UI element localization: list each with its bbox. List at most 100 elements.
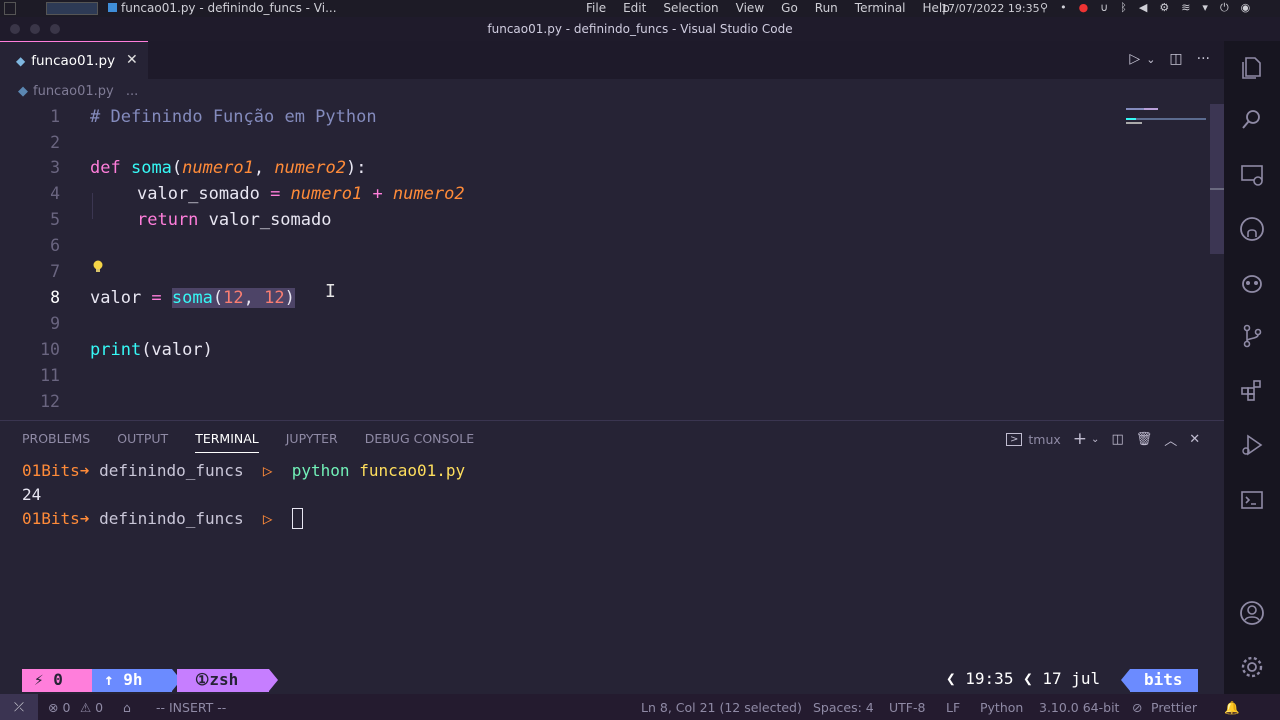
- warnings-indicator[interactable]: ⚠ 0: [80, 700, 103, 715]
- maximize-panel-icon[interactable]: ︿: [1164, 430, 1177, 449]
- tab-problems[interactable]: PROBLEMS: [22, 431, 90, 453]
- menu-view[interactable]: View: [736, 1, 764, 15]
- taskbar-window-title: funcao01.py - definindo_funcs - Vi...: [121, 1, 337, 15]
- github-icon[interactable]: [1238, 215, 1266, 243]
- terminal-name[interactable]: tmux: [1028, 432, 1060, 447]
- run-debug-icon[interactable]: [1238, 431, 1266, 459]
- terminal-view-icon[interactable]: [1238, 486, 1266, 514]
- extensions-icon[interactable]: [1238, 376, 1266, 404]
- code-line-3[interactable]: 3 def soma(numero1, numero2):: [0, 158, 1120, 184]
- volume-icon[interactable]: ◀: [1139, 1, 1147, 15]
- alien-extension-icon[interactable]: [1238, 269, 1266, 297]
- tab-debug-console[interactable]: DEBUG CONSOLE: [365, 431, 474, 453]
- line-number: 4: [50, 184, 60, 203]
- code-line-1[interactable]: 1 # Definindo Função em Python: [0, 107, 1120, 133]
- source-control-icon[interactable]: [1238, 322, 1266, 350]
- bluetooth-icon[interactable]: ᛒ: [1120, 1, 1127, 15]
- panel-actions: > tmux + ⌄ ◫ 🗑 ︿ ✕: [1006, 429, 1200, 449]
- prettier-icon[interactable]: ⊘: [1132, 700, 1142, 715]
- breadcrumb-file[interactable]: funcao01.py: [33, 84, 114, 99]
- line-number: 9: [50, 314, 60, 333]
- close-panel-icon[interactable]: ✕: [1189, 432, 1200, 447]
- workspace-indicator[interactable]: [4, 2, 16, 15]
- code-line-5[interactable]: 5 return valor_somado: [0, 210, 1120, 236]
- more-actions-icon[interactable]: ···: [1197, 51, 1210, 67]
- search-icon[interactable]: [1238, 106, 1266, 134]
- code-line-2[interactable]: 2: [0, 133, 1120, 159]
- user-tray-icon[interactable]: ◉: [1241, 1, 1251, 15]
- code-line-6[interactable]: 6: [0, 236, 1120, 262]
- code-line-12[interactable]: 12: [0, 392, 1120, 418]
- system-clock[interactable]: 17/07/2022 19:35: [941, 2, 1040, 15]
- terminal-line: 01Bits➜ definindo_funcs ▷: [22, 508, 465, 532]
- menu-terminal[interactable]: Terminal: [855, 1, 906, 15]
- tab-jupyter[interactable]: JUPYTER: [286, 431, 338, 453]
- os-top-bar: funcao01.py - definindo_funcs - Vi... Fi…: [0, 0, 1280, 17]
- tab-funcao01[interactable]: ◆ funcao01.py ✕: [0, 41, 148, 79]
- code-line-8[interactable]: 8 valor = soma(12, 12): [0, 288, 1120, 314]
- tab-output[interactable]: OUTPUT: [117, 431, 168, 453]
- code-line-9[interactable]: 9: [0, 314, 1120, 340]
- power-icon[interactable]: ⏻: [1220, 1, 1229, 15]
- breadcrumb-symbols[interactable]: ...: [126, 84, 138, 99]
- errors-indicator[interactable]: ⊗ 0: [48, 700, 70, 715]
- close-icon[interactable]: ✕: [126, 52, 138, 68]
- explorer-icon[interactable]: [1238, 53, 1266, 81]
- cursor-position[interactable]: Ln 8, Col 21 (12 selected): [641, 700, 802, 715]
- account-icon[interactable]: [1238, 599, 1266, 627]
- dots-icon[interactable]: •: [1060, 1, 1067, 15]
- home-icon[interactable]: ⌂: [123, 700, 131, 715]
- menu-file[interactable]: File: [586, 1, 606, 15]
- settings-tray-icon[interactable]: ⚙: [1159, 1, 1169, 15]
- menu-run[interactable]: Run: [815, 1, 838, 15]
- segment-separator: [269, 669, 278, 691]
- wifi-icon[interactable]: ≋: [1181, 1, 1190, 15]
- split-terminal-icon[interactable]: ◫: [1111, 432, 1123, 447]
- code-text: valor = soma(12, 12): [90, 288, 295, 308]
- remote-explorer-icon[interactable]: [1238, 161, 1266, 189]
- new-terminal-icon[interactable]: +: [1073, 429, 1087, 449]
- code-line-11[interactable]: 11: [0, 366, 1120, 392]
- encoding[interactable]: UTF-8: [889, 700, 925, 715]
- workspace-switcher[interactable]: [46, 2, 98, 15]
- tmux-datetime: ❮ 19:35 ❮ 17 jul: [946, 669, 1100, 688]
- remote-icon[interactable]: ⤫: [0, 694, 38, 720]
- run-icon[interactable]: ▷: [1129, 51, 1140, 67]
- code-editor[interactable]: 1 # Definindo Função em Python 2 3 def s…: [0, 103, 1224, 413]
- tmux-uptime-segment: ↑ 9h: [92, 669, 172, 692]
- gear-icon[interactable]: [1238, 653, 1266, 681]
- menu-go[interactable]: Go: [781, 1, 798, 15]
- record-icon[interactable]: ●: [1079, 1, 1089, 15]
- minimap[interactable]: [1124, 104, 1210, 134]
- trash-icon[interactable]: 🗑: [1136, 432, 1153, 447]
- python-interpreter[interactable]: 3.10.0 64-bit: [1039, 700, 1119, 715]
- language-mode[interactable]: Python: [980, 700, 1023, 715]
- chevron-down-icon[interactable]: ⌄: [1091, 434, 1099, 445]
- chevron-down-icon[interactable]: ▾: [1202, 1, 1208, 15]
- location-icon[interactable]: ⚲: [1040, 1, 1048, 15]
- line-ending[interactable]: LF: [946, 700, 960, 715]
- code-line-7[interactable]: 7: [0, 262, 1120, 288]
- magnet-icon[interactable]: ∪: [1100, 1, 1108, 15]
- code-text: def soma(numero1, numero2):: [90, 158, 367, 178]
- terminal-output[interactable]: 01Bits➜ definindo_funcs ▷ python funcao0…: [22, 461, 465, 532]
- code-line-10[interactable]: 10 print(valor): [0, 340, 1120, 366]
- tmux-window-segment[interactable]: ①zsh: [177, 669, 269, 692]
- taskbar-window[interactable]: funcao01.py - definindo_funcs - Vi...: [108, 1, 337, 15]
- window-titlebar: funcao01.py - definindo_funcs - Visual S…: [0, 17, 1280, 41]
- split-editor-icon[interactable]: ◫: [1169, 51, 1182, 67]
- chevron-down-icon[interactable]: ⌄: [1146, 51, 1155, 67]
- code-line-4[interactable]: 4 valor_somado = numero1 + numero2: [0, 184, 1120, 210]
- menu-edit[interactable]: Edit: [623, 1, 646, 15]
- line-number: 12: [40, 392, 60, 411]
- menu-selection[interactable]: Selection: [663, 1, 718, 15]
- breadcrumb: ◆ funcao01.py ...: [18, 84, 138, 99]
- formatter[interactable]: Prettier: [1151, 700, 1197, 715]
- editor-scrollbar[interactable]: [1210, 104, 1224, 254]
- lightbulb-icon[interactable]: [92, 260, 104, 274]
- line-number: 11: [40, 366, 60, 385]
- indentation[interactable]: Spaces: 4: [813, 700, 874, 715]
- tab-terminal[interactable]: TERMINAL: [195, 431, 259, 453]
- bell-icon[interactable]: 🔔: [1224, 700, 1240, 716]
- tmux-date: 17 jul: [1042, 669, 1101, 688]
